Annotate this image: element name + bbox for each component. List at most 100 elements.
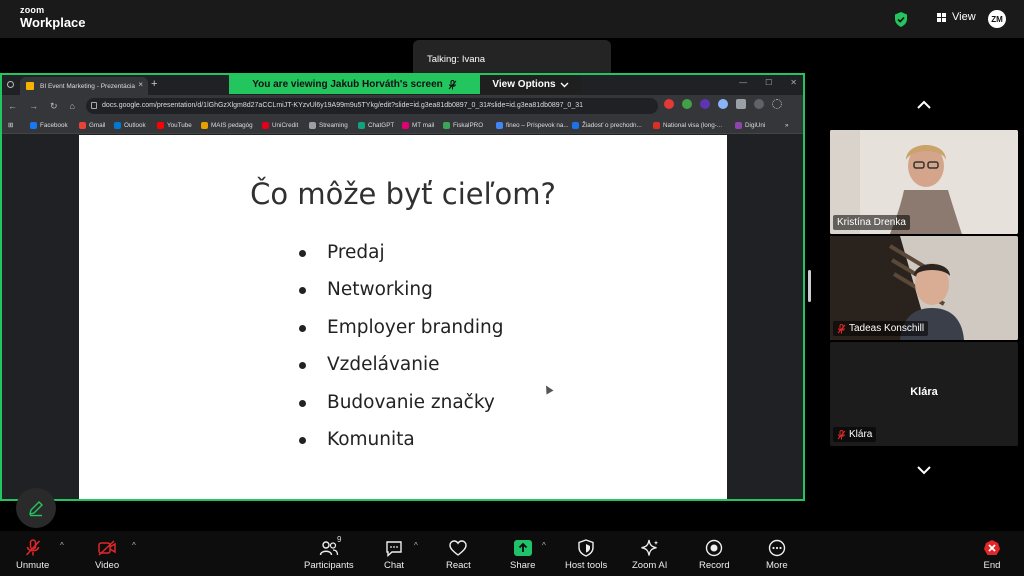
view-button[interactable]: View <box>937 11 976 23</box>
apps-grid-icon[interactable]: ⊞ <box>8 122 13 129</box>
url-field[interactable]: docs.google.com/presentation/d/1lGhGzXlg… <box>86 98 658 114</box>
bookmark-item[interactable]: DigiUni <box>735 122 765 129</box>
bookmark-item[interactable]: MT mail <box>402 122 434 129</box>
presentation-slide: Čo môže byť cieľom? Predaj Networking Em… <box>79 135 727 499</box>
browser-tab[interactable]: BI Event Marketing - Prezentácia × <box>20 77 148 95</box>
share-label: Share <box>510 560 536 571</box>
audio-options-caret-icon[interactable]: ^ <box>60 541 64 550</box>
bookmark-item[interactable]: Streaming <box>309 122 348 129</box>
participants-label: Participants <box>304 560 354 571</box>
participants-count: 9 <box>337 535 342 544</box>
bookmark-item[interactable]: UniCredit <box>262 122 298 129</box>
bookmark-favicon-icon <box>114 122 121 129</box>
menu-dots-icon[interactable] <box>772 99 782 109</box>
end-meeting-button[interactable]: End <box>982 539 1002 571</box>
encryption-shield-icon[interactable] <box>894 12 908 27</box>
more-dots-icon <box>768 539 786 557</box>
more-button[interactable]: More <box>766 539 788 571</box>
bookmark-favicon-icon <box>262 122 269 129</box>
back-icon[interactable]: ← <box>8 101 17 112</box>
slide-title: Čo môže byť cieľom? <box>250 177 556 211</box>
chat-icon <box>386 541 402 557</box>
close-window-icon[interactable]: ✕ <box>790 78 797 87</box>
bookmark-favicon-icon <box>157 122 164 129</box>
puzzle-icon[interactable] <box>736 99 746 109</box>
muted-mic-icon <box>837 323 846 333</box>
bookmark-label: UniCredit <box>272 122 299 129</box>
bookmark-favicon-icon <box>653 122 660 129</box>
close-tab-icon[interactable]: × <box>138 80 143 89</box>
video-button[interactable]: Video <box>95 539 119 571</box>
muted-mic-icon <box>837 429 846 439</box>
browser-tab-title: BI Event Marketing - Prezentácia <box>40 82 136 90</box>
extensions <box>664 99 782 109</box>
bookmark-item[interactable]: fineo – Príspevok na... <box>496 122 569 129</box>
chat-button[interactable]: Chat <box>384 539 404 571</box>
new-tab-icon[interactable]: + <box>151 78 157 90</box>
bullet-item: Vzdelávanie <box>297 351 504 388</box>
bookmark-label: National visa (long-... <box>663 122 723 129</box>
react-button[interactable]: React <box>446 539 471 571</box>
participant-video-tile[interactable]: Kristína Drenka <box>830 130 1018 234</box>
unmute-button[interactable]: Unmute <box>16 539 49 571</box>
bookmark-item[interactable]: ChatGPT <box>358 122 394 129</box>
share-options-caret-icon[interactable]: ^ <box>542 541 546 550</box>
panel-resize-handle[interactable] <box>808 270 811 302</box>
unmute-label: Unmute <box>16 560 50 571</box>
bookmark-item[interactable]: YouTube <box>157 122 192 129</box>
chevron-down-icon[interactable] <box>914 462 934 478</box>
bookmark-favicon-icon <box>30 122 37 129</box>
bullet-item: Employer branding <box>297 314 504 351</box>
zoom-ai-button[interactable]: Zoom AI <box>632 539 667 571</box>
bookmark-label: MT mail <box>412 122 435 129</box>
view-options-button[interactable]: View Options <box>480 75 581 94</box>
site-info-icon[interactable] <box>91 102 97 109</box>
reload-icon[interactable]: ↻ <box>50 101 58 112</box>
bookmark-label: DigiUni <box>745 122 766 129</box>
view-options-label: View Options <box>492 79 556 90</box>
home-icon[interactable]: ⌂ <box>70 101 75 112</box>
annotate-button[interactable] <box>16 488 56 528</box>
video-options-caret-icon[interactable]: ^ <box>132 541 136 550</box>
bookmark-label: YouTube <box>167 122 192 129</box>
extension-icon[interactable] <box>700 99 710 109</box>
participant-name: Kristína Drenka <box>837 217 906 228</box>
bookmark-item[interactable]: FiskalPRO <box>443 122 483 129</box>
bookmark-item[interactable]: Facebook <box>30 122 68 129</box>
record-icon <box>706 539 723 557</box>
slide-viewport: Čo môže byť cieľom? Predaj Networking Em… <box>2 135 803 499</box>
host-tools-button[interactable]: Host tools <box>565 539 607 571</box>
bookmark-item[interactable]: MAIS pedagóg <box>201 122 253 129</box>
bookmark-favicon-icon <box>79 122 86 129</box>
participants-button[interactable]: Participants <box>304 539 354 571</box>
share-button[interactable]: Share <box>510 539 535 571</box>
bookmark-favicon-icon <box>358 122 365 129</box>
bookmark-favicon-icon <box>496 122 503 129</box>
shared-screen: BI Event Marketing - Prezentácia × + — ☐… <box>0 73 805 501</box>
bookmark-item[interactable]: Gmail <box>79 122 105 129</box>
profile-icon[interactable] <box>754 99 764 109</box>
participant-video-tile[interactable]: Tadeas Konschill <box>830 236 1018 340</box>
extension-icon[interactable] <box>664 99 674 109</box>
bookmark-item[interactable]: National visa (long-... <box>653 122 722 129</box>
tab-search-icon[interactable] <box>7 81 14 88</box>
chat-options-caret-icon[interactable]: ^ <box>414 541 418 550</box>
participant-video-tile[interactable]: Klára Klára <box>830 342 1018 446</box>
view-label: View <box>952 11 976 23</box>
slide-bullet-list: Predaj Networking Employer branding Vzde… <box>297 239 504 463</box>
bookmark-item[interactable]: Outlook <box>114 122 146 129</box>
record-label: Record <box>699 560 730 571</box>
chevron-up-icon[interactable] <box>914 97 934 113</box>
zoom-ai-label: Zoom AI <box>632 560 668 571</box>
viewing-text: You are viewing Jakub Horváth's screen <box>252 79 443 90</box>
avatar[interactable]: ZM <box>988 10 1006 28</box>
maximize-icon[interactable]: ☐ <box>765 78 772 87</box>
extension-icon[interactable] <box>718 99 728 109</box>
brand-line2: Workplace <box>20 15 86 30</box>
bookmark-item[interactable]: Žiadosť o prechodn... <box>572 122 642 129</box>
forward-icon[interactable]: → <box>29 101 38 112</box>
extension-icon[interactable] <box>682 99 692 109</box>
bookmarks-overflow-icon[interactable]: » <box>785 122 789 129</box>
minimize-icon[interactable]: — <box>739 78 747 87</box>
record-button[interactable]: Record <box>699 539 730 571</box>
